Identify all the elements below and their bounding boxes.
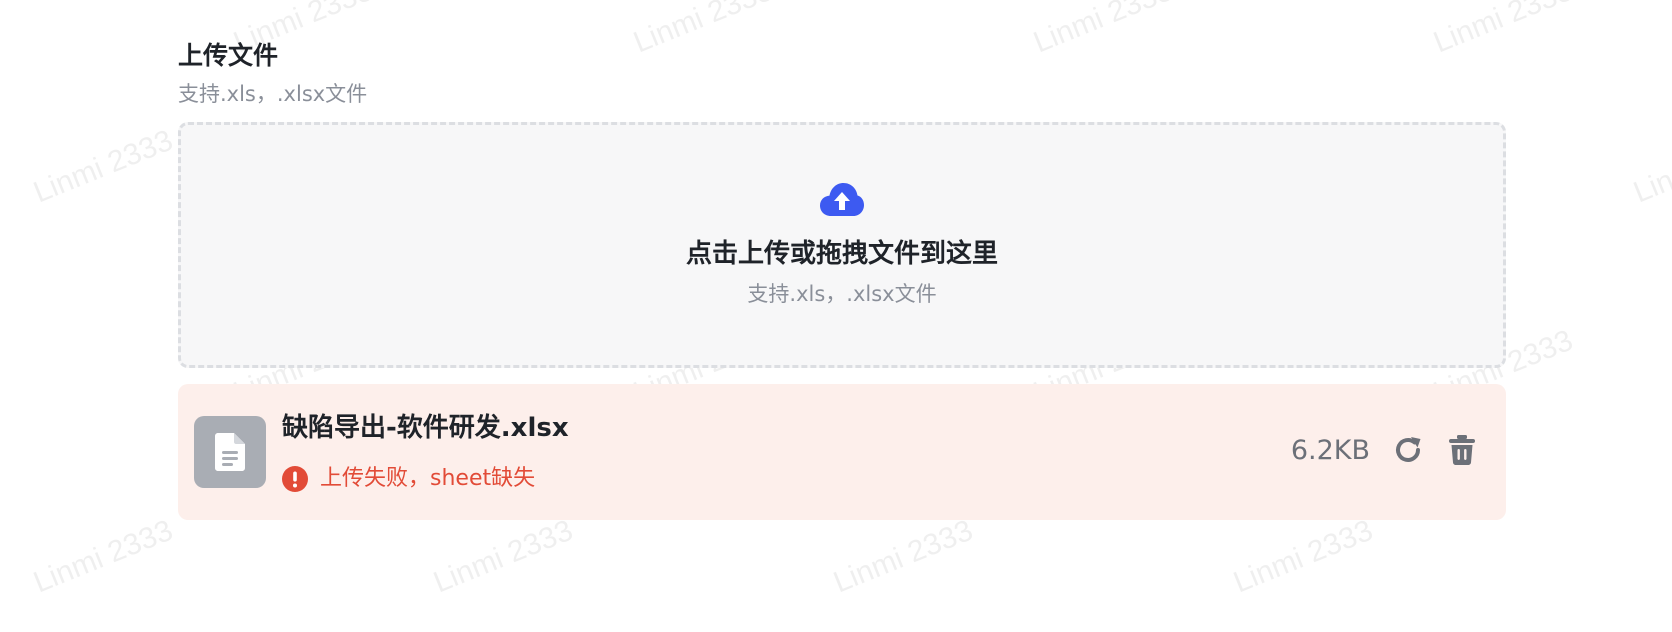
watermark-text: Linmi 2333 (28, 513, 178, 600)
dropzone-text: 点击上传或拖拽文件到这里 (685, 239, 998, 269)
document-icon (215, 433, 245, 471)
delete-button[interactable] (1445, 433, 1479, 467)
upload-section: 上传文件 支持.xls，.xlsx文件 点击上传或拖拽文件到这里 支持.xls，… (178, 38, 1506, 520)
upload-page: Linmi 2333 Linmi 2333 Linmi 2333 Linmi 2333… (0, 0, 1672, 632)
file-error-message: 上传失败，sheet缺失 (282, 464, 535, 494)
error-text: 上传失败，sheet缺失 (320, 466, 536, 491)
upload-dropzone[interactable]: 点击上传或拖拽文件到这里 支持.xls，.xlsx文件 (178, 122, 1506, 368)
cloud-upload-icon (820, 183, 864, 216)
dropzone-hint: 支持.xls，.xlsx文件 (747, 282, 937, 306)
watermark-text: Linmi 2333 (828, 513, 978, 600)
watermark-text: Linmi 2333 (428, 513, 578, 600)
watermark-text: Linmi 2333 (28, 123, 178, 210)
file-size: 6.2KB (1290, 435, 1370, 466)
retry-button[interactable] (1391, 433, 1425, 467)
trash-icon (1449, 435, 1475, 465)
upload-title: 上传文件 (178, 41, 279, 70)
file-thumbnail (194, 416, 266, 488)
upload-subtitle: 支持.xls，.xlsx文件 (178, 82, 368, 106)
file-name: 缺陷导出-软件研发.xlsx (282, 413, 569, 443)
alert-circle-icon (282, 466, 308, 492)
watermark-text: Linmi 2333 (1228, 513, 1378, 600)
refresh-icon (1396, 437, 1421, 462)
file-item: 缺陷导出-软件研发.xlsx 上传失败，sheet缺失 6.2KB (178, 384, 1506, 520)
watermark-text: Linmi 2333 (1628, 124, 1672, 210)
